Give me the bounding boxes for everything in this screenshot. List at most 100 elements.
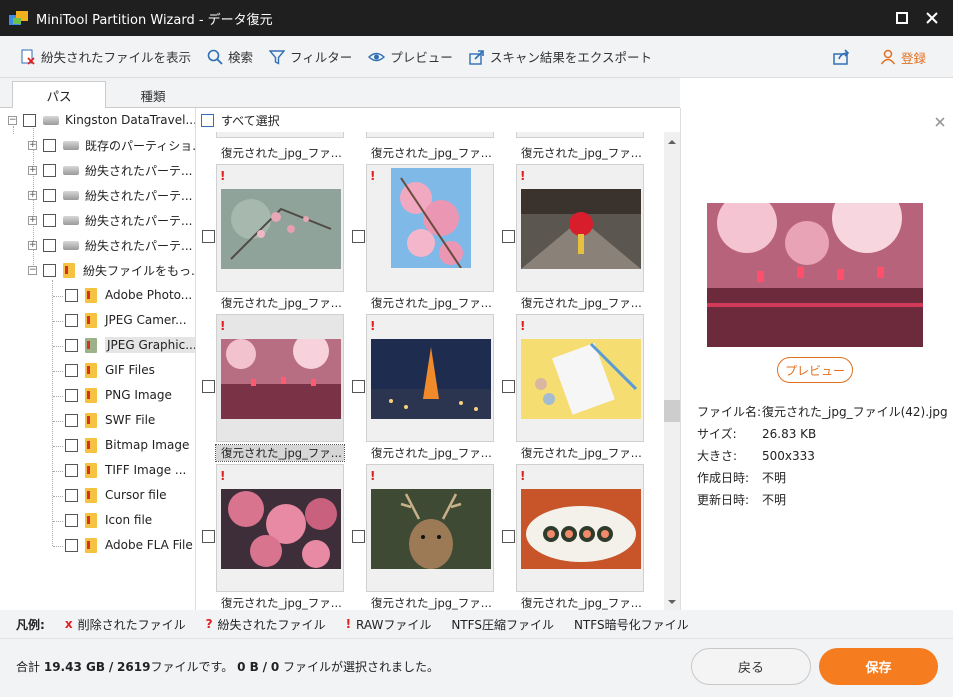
tree-checkbox[interactable] <box>43 213 56 227</box>
thumbnail-selected[interactable]: ! <box>216 314 344 442</box>
thumbnail-checkbox[interactable] <box>202 380 215 393</box>
footer: 合計 19.43 GB / 2619ファイルです。 0 B / 0 ファイルが選… <box>0 638 953 697</box>
tree-item-partition[interactable]: + 紛失されたパーテ... <box>28 234 192 256</box>
thumbnail-checkbox[interactable] <box>502 230 515 243</box>
thumbnail-image-deer <box>371 489 491 569</box>
preview-action-button[interactable]: プレビュー <box>777 357 853 383</box>
select-all-checkbox[interactable] <box>201 113 214 127</box>
tree-item-filetype[interactable]: Adobe Photo... <box>65 284 192 306</box>
tree-checkbox[interactable] <box>65 413 78 427</box>
export-results-button[interactable]: スキャン結果をエクスポート <box>469 47 652 66</box>
tree-checkbox[interactable] <box>65 513 78 527</box>
preview-button[interactable]: プレビュー <box>368 47 453 66</box>
info-filename: ファイル名:復元された_jpg_ファイル(42).jpg <box>697 403 948 420</box>
thumbnail-checkbox[interactable] <box>352 230 365 243</box>
thumbnail[interactable]: ! <box>516 464 644 592</box>
tree-item-lost-files[interactable]: − 紛失ファイルをもっ... <box>28 259 195 281</box>
tree-item-partition[interactable]: + 既存のパーティショ... <box>28 134 195 156</box>
share-button[interactable] <box>833 36 851 78</box>
close-preview-icon[interactable] <box>935 117 945 127</box>
expand-icon[interactable]: + <box>28 215 37 225</box>
deleted-mark-icon: x <box>64 617 73 631</box>
tree-checkbox[interactable] <box>65 338 78 352</box>
raw-file-marker: ! <box>220 319 226 333</box>
filter-button[interactable]: フィルター <box>269 47 352 66</box>
thumbnail[interactable]: ! <box>366 314 494 442</box>
expand-icon[interactable]: + <box>28 240 37 250</box>
filter-icon <box>269 49 286 65</box>
tree-item-filetype[interactable]: JPEG Camer... <box>65 309 187 331</box>
tree-checkbox[interactable] <box>65 363 78 377</box>
expand-icon[interactable]: + <box>28 165 37 175</box>
tree-checkbox[interactable] <box>65 463 78 477</box>
collapse-icon[interactable]: − <box>28 265 37 275</box>
tree-item-partition[interactable]: + 紛失されたパーテ... <box>28 184 192 206</box>
tree-item-partition[interactable]: + 紛失されたパーテ... <box>28 159 192 181</box>
scroll-down-icon[interactable] <box>664 596 680 608</box>
thumbnail[interactable]: ! <box>516 164 644 292</box>
back-button[interactable]: 戻る <box>691 648 811 685</box>
tree-item-filetype[interactable]: Bitmap Image <box>65 434 189 456</box>
grid-scrollbar[interactable] <box>664 132 680 610</box>
tree-checkbox[interactable] <box>43 263 56 277</box>
expand-icon[interactable]: + <box>28 190 37 200</box>
thumbnail[interactable]: ! <box>216 464 344 592</box>
tree-checkbox[interactable] <box>65 488 78 502</box>
thumbnail-checkbox[interactable] <box>202 530 215 543</box>
show-lost-files-button[interactable]: 紛失されたファイルを表示 <box>20 47 191 66</box>
maximize-button[interactable] <box>887 3 917 33</box>
thumbnail-checkbox[interactable] <box>352 530 365 543</box>
save-button[interactable]: 保存 <box>819 648 938 685</box>
scrollbar-thumb[interactable] <box>664 400 680 422</box>
tree-checkbox[interactable] <box>65 388 78 402</box>
view-tabs: パス 種類 <box>0 78 680 109</box>
file-type-icon <box>85 512 97 528</box>
tree-item-filetype[interactable]: Cursor file <box>65 484 167 506</box>
thumbnail-checkbox[interactable] <box>352 380 365 393</box>
scroll-up-icon[interactable] <box>664 136 680 148</box>
thumbnail-checkbox[interactable] <box>202 230 215 243</box>
export-icon <box>469 49 484 65</box>
tree-item-filetype[interactable]: Adobe FLA File <box>65 534 193 556</box>
thumbnail-checkbox[interactable] <box>502 530 515 543</box>
expand-icon[interactable]: + <box>28 140 37 150</box>
tree-checkbox[interactable] <box>65 538 78 552</box>
register-button[interactable]: 登録 <box>880 36 926 78</box>
tree-item-filetype[interactable]: GIF Files <box>65 359 155 381</box>
tree-checkbox[interactable] <box>65 288 78 302</box>
search-button[interactable]: 検索 <box>207 47 253 66</box>
thumbnail-caption: 復元された_jpg_ファ... <box>521 296 642 310</box>
tree-item-filetype[interactable]: JPEG Graphic... <box>65 334 195 356</box>
legend-text: 紛失されたファイル <box>217 617 326 632</box>
thumbnail[interactable]: ! <box>366 464 494 592</box>
tree-checkbox[interactable] <box>23 113 36 127</box>
close-button[interactable] <box>917 3 947 33</box>
tree-checkbox[interactable] <box>43 138 56 152</box>
user-icon <box>880 49 896 65</box>
tree-item-filetype[interactable]: PNG Image <box>65 384 172 406</box>
thumbnail[interactable]: ! <box>366 164 494 292</box>
tree-checkbox[interactable] <box>65 313 78 327</box>
tree-checkbox[interactable] <box>43 238 56 252</box>
tree-item-filetype[interactable]: Icon file <box>65 509 152 531</box>
tree-item-partition[interactable]: + 紛失されたパーテ... <box>28 209 192 231</box>
tab-type[interactable]: 種類 <box>106 81 200 109</box>
thumbnail-caption: 復元された_jpg_ファ... <box>371 596 492 610</box>
thumbnail-checkbox[interactable] <box>502 380 515 393</box>
thumbnail-caption: 復元された_jpg_ファ... <box>221 146 342 160</box>
tree-checkbox[interactable] <box>43 188 56 202</box>
tree-root[interactable]: − Kingston DataTravel... <box>8 109 195 131</box>
thumbnail-image-cherry-sky <box>391 168 471 268</box>
collapse-icon[interactable]: − <box>8 115 17 125</box>
tree-item-filetype[interactable]: SWF File <box>65 409 155 431</box>
tree-item-filetype[interactable]: TIFF Image ... <box>65 459 186 481</box>
tree-label: Icon file <box>105 513 153 527</box>
thumbnail[interactable]: ! <box>516 314 644 442</box>
file-type-icon <box>85 462 97 478</box>
tree-checkbox[interactable] <box>43 163 56 177</box>
preview-panel: プレビュー ファイル名:復元された_jpg_ファイル(42).jpg サイズ: 2… <box>680 108 953 610</box>
thumbnail[interactable]: ! <box>216 164 344 292</box>
tree-checkbox[interactable] <box>65 438 78 452</box>
tab-path[interactable]: パス <box>12 81 106 109</box>
tree-label: SWF File <box>105 413 156 427</box>
